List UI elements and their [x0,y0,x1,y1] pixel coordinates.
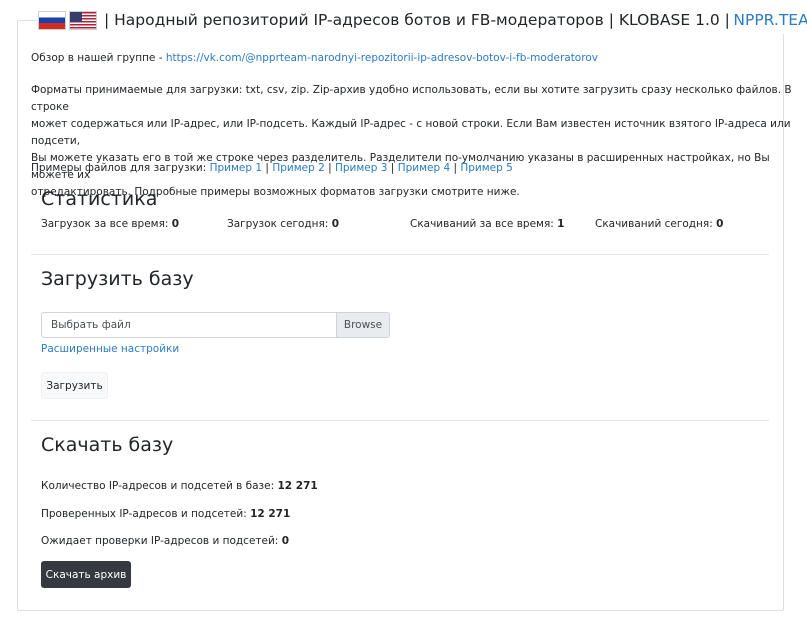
upload-heading: Загрузить базу [41,268,194,290]
example-link-1[interactable]: Пример 1 [210,162,262,174]
examples-line: Примеры файлов для загрузки: Пример 1 | … [31,160,513,177]
stats-heading: Статистика [41,188,158,210]
separator: | [453,162,458,174]
separator: | [265,162,269,174]
page-header: | Народный репозиторий IP-адресов ботов … [38,6,807,34]
upload-button[interactable]: Загрузить [41,372,108,399]
example-link-4[interactable]: Пример 4 [398,162,450,174]
file-placeholder[interactable]: Выбрать файл [42,313,336,337]
pending-count-value: 0 [281,535,289,547]
examples-label: Примеры файлов для загрузки: [31,162,207,174]
stat-value: 0 [716,218,724,230]
pending-count-line: Ожидает проверки IP-адресов и подсетей: … [41,535,289,547]
divider [31,420,769,421]
formats-line: Форматы принимаемые для загрузки: txt, c… [31,84,792,113]
separator: | [390,162,395,174]
example-link-5[interactable]: Пример 5 [460,162,512,174]
flag-russia-icon[interactable] [38,10,66,30]
stat-downloads-today: Скачиваний сегодня: 0 [595,218,723,230]
file-input[interactable]: Выбрать файл Browse [41,312,390,338]
db-count-label: Количество IP-адресов и подсетей в базе: [41,480,275,492]
stat-label: Загрузок сегодня: [227,218,329,230]
download-archive-button[interactable]: Скачать архив [41,561,131,588]
verified-count-value: 12 271 [250,508,291,520]
stat-label: Скачиваний за все время: [410,218,554,230]
stat-value: 1 [557,218,565,230]
stat-value: 0 [171,218,180,230]
brand-link[interactable]: NPPR.TEAM [733,11,807,29]
stat-downloads-total: Скачиваний за все время: 1 [410,218,564,230]
divider [31,254,769,255]
overview-line: Обзор в нашей группе - https://vk.com/@n… [31,50,598,67]
pending-count-label: Ожидает проверки IP-адресов и подсетей: [41,535,279,547]
example-link-3[interactable]: Пример 3 [335,162,387,174]
example-link-2[interactable]: Пример 2 [272,162,324,174]
separator: | [328,162,332,174]
advanced-settings-link[interactable]: Расширенные настройки [41,343,179,355]
page-title: | Народный репозиторий IP-адресов ботов … [104,11,730,29]
stat-uploads-today: Загрузок сегодня: 0 [227,218,339,230]
stat-uploads-total: Загрузок за все время: 0 [41,218,179,230]
stat-label: Загрузок за все время: [41,218,169,230]
flag-usa-icon[interactable] [69,10,97,30]
overview-link[interactable]: https://vk.com/@npprteam-narodnyi-repozi… [166,52,598,64]
verified-count-label: Проверенных IP-адресов и подсетей: [41,508,247,520]
db-count-value: 12 271 [277,480,318,492]
download-heading: Скачать базу [41,434,174,456]
db-count-line: Количество IP-адресов и подсетей в базе:… [41,480,318,492]
verified-count-line: Проверенных IP-адресов и подсетей: 12 27… [41,508,290,520]
formats-description: Форматы принимаемые для загрузки: txt, c… [31,82,807,201]
formats-line: может содержаться или IP-адрес, или IP-п… [31,118,791,147]
overview-label: Обзор в нашей группе - [31,52,163,64]
browse-button[interactable]: Browse [336,313,389,337]
stat-label: Скачиваний сегодня: [595,218,713,230]
stat-value: 0 [331,218,340,230]
